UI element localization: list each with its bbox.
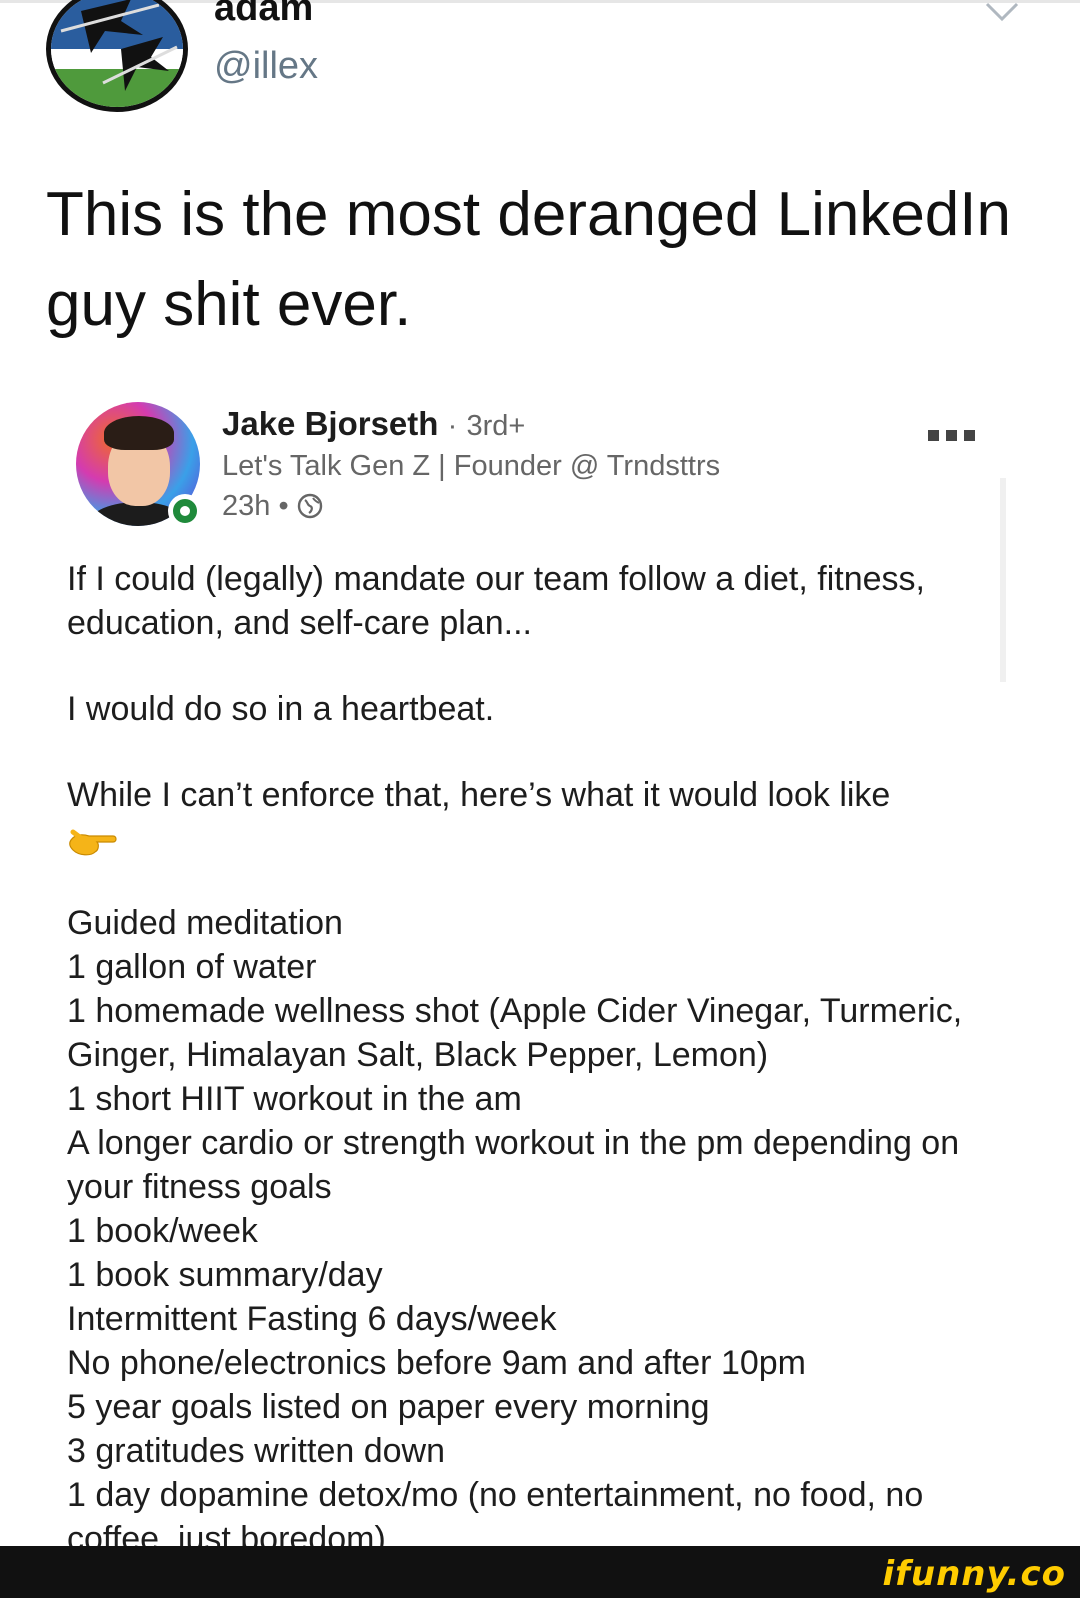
list-item: 5 year goals listed on paper every morni… [67, 1388, 710, 1426]
tweet-handle[interactable]: @illex [214, 44, 318, 88]
tweet-display-name[interactable]: adam [214, 0, 313, 30]
list-item: 1 homemade wellness shot (Apple Cider Vi… [67, 992, 963, 1074]
tweet-avatar[interactable] [46, 0, 188, 112]
list-item: 3 gratitudes written down [67, 1432, 445, 1470]
list-item: 1 gallon of water [67, 948, 317, 986]
watermark-logo: ifunny.co [882, 1554, 1066, 1594]
tweet-text: This is the most deranged LinkedIn guy s… [46, 180, 1011, 339]
post-paragraph: If I could (legally) mandate our team fo… [67, 560, 925, 642]
online-status-indicator [168, 494, 202, 528]
linkedin-author-headline: Let's Talk Gen Z | Founder @ Trndsttrs [222, 450, 721, 482]
list-item: Intermittent Fasting 6 days/week [67, 1300, 557, 1338]
pointing-right-hand-icon [69, 829, 117, 856]
linkedin-author-name[interactable]: Jake Bjorseth [222, 405, 438, 442]
time-separator: • [278, 490, 289, 522]
connection-degree: 3rd+ [466, 410, 526, 442]
globe-icon [297, 493, 322, 519]
chevron-down-icon[interactable] [985, 2, 1019, 22]
list-item: 1 book/week [67, 1212, 258, 1250]
post-meta: 23h • [222, 488, 323, 524]
watermark-bar: ifunny.co [0, 1546, 1080, 1598]
post-time: 23h [222, 490, 271, 522]
name-separator: · [447, 410, 458, 442]
arrowhead-flag-avatar-icon [51, 0, 183, 107]
more-options-icon[interactable] [928, 428, 982, 441]
list-item: 1 short HIIT workout in the am [67, 1080, 522, 1118]
post-paragraph: I would do so in a heartbeat. [67, 690, 495, 728]
list-item: No phone/electronics before 9am and afte… [67, 1344, 807, 1382]
list-item: 1 book summary/day [67, 1256, 383, 1294]
linkedin-author-line: Jake Bjorseth · 3rd+ [222, 404, 525, 446]
linkedin-post-body: If I could (legally) mandate our team fo… [67, 557, 1027, 1561]
post-paragraph: While I can’t enforce that, here’s what … [67, 776, 891, 814]
list-item: Guided meditation [67, 904, 343, 942]
list-item: A longer cardio or strength workout in t… [67, 1124, 960, 1206]
